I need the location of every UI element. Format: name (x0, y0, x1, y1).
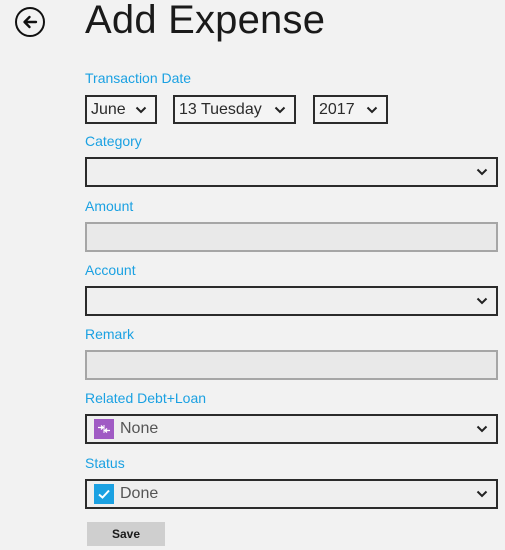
chevron-down-icon (476, 297, 488, 305)
status-select[interactable]: Done (85, 479, 498, 509)
year-value: 2017 (319, 100, 355, 118)
category-label: Category (85, 133, 142, 149)
day-select[interactable]: 13 Tuesday (173, 95, 296, 124)
day-value: 13 Tuesday (179, 100, 262, 118)
month-select[interactable]: June (85, 95, 157, 124)
back-arrow-icon (23, 15, 38, 29)
category-select[interactable] (85, 157, 498, 187)
related-debt-loan-value: None (120, 420, 159, 437)
related-debt-loan-label: Related Debt+Loan (85, 390, 207, 406)
remark-label: Remark (85, 326, 135, 342)
amount-label: Amount (85, 198, 134, 214)
status-label: Status (85, 455, 125, 471)
checkmark-icon (94, 484, 114, 504)
remark-input[interactable] (85, 350, 498, 380)
amount-input[interactable] (85, 222, 498, 252)
chevron-down-icon (135, 106, 147, 113)
account-label: Account (85, 262, 136, 278)
chevron-down-icon (476, 425, 488, 433)
account-select[interactable] (85, 286, 498, 316)
page-title: Add Expense (85, 0, 326, 42)
related-debt-loan-select[interactable]: None (85, 414, 498, 444)
debt-loan-icon (94, 419, 114, 439)
transaction-date-label: Transaction Date (85, 70, 192, 86)
chevron-down-icon (476, 490, 488, 498)
chevron-down-icon (366, 106, 378, 113)
year-select[interactable]: 2017 (313, 95, 388, 124)
back-button[interactable] (15, 7, 45, 37)
save-button[interactable]: Save (87, 522, 165, 546)
status-value: Done (120, 485, 159, 502)
chevron-down-icon (476, 168, 488, 176)
month-value: June (91, 100, 126, 118)
chevron-down-icon (274, 106, 286, 113)
